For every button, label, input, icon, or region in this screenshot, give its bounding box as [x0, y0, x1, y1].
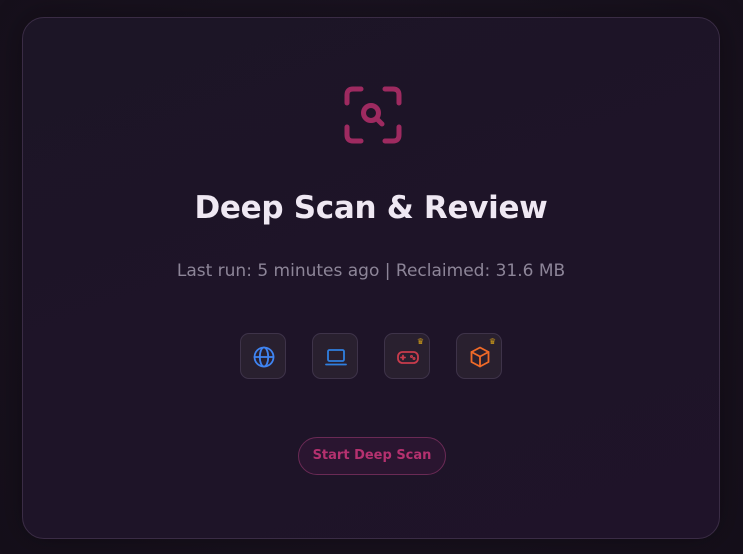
- category-tile-system[interactable]: [312, 333, 358, 379]
- crown-icon: ♛: [416, 337, 424, 346]
- gamepad-icon: [397, 351, 419, 364]
- page-background: Deep Scan & Review Last run: 5 minutes a…: [0, 0, 743, 554]
- page-title: Deep Scan & Review: [194, 190, 548, 226]
- scan-status-text: Last run: 5 minutes ago | Reclaimed: 31.…: [176, 261, 566, 281]
- category-tile-web[interactable]: [240, 333, 286, 379]
- start-deep-scan-button[interactable]: Start Deep Scan: [298, 437, 446, 475]
- deep-scan-card: Deep Scan & Review Last run: 5 minutes a…: [22, 17, 720, 539]
- scan-search-icon: [344, 86, 402, 144]
- category-tile-games[interactable]: ♛: [384, 333, 430, 379]
- category-tiles: ♛ ♛: [240, 333, 506, 381]
- crown-icon: ♛: [488, 337, 496, 346]
- category-tile-apps[interactable]: ♛: [456, 333, 502, 379]
- package-icon: [470, 346, 490, 368]
- laptop-icon: [325, 349, 347, 366]
- globe-icon: [253, 346, 275, 368]
